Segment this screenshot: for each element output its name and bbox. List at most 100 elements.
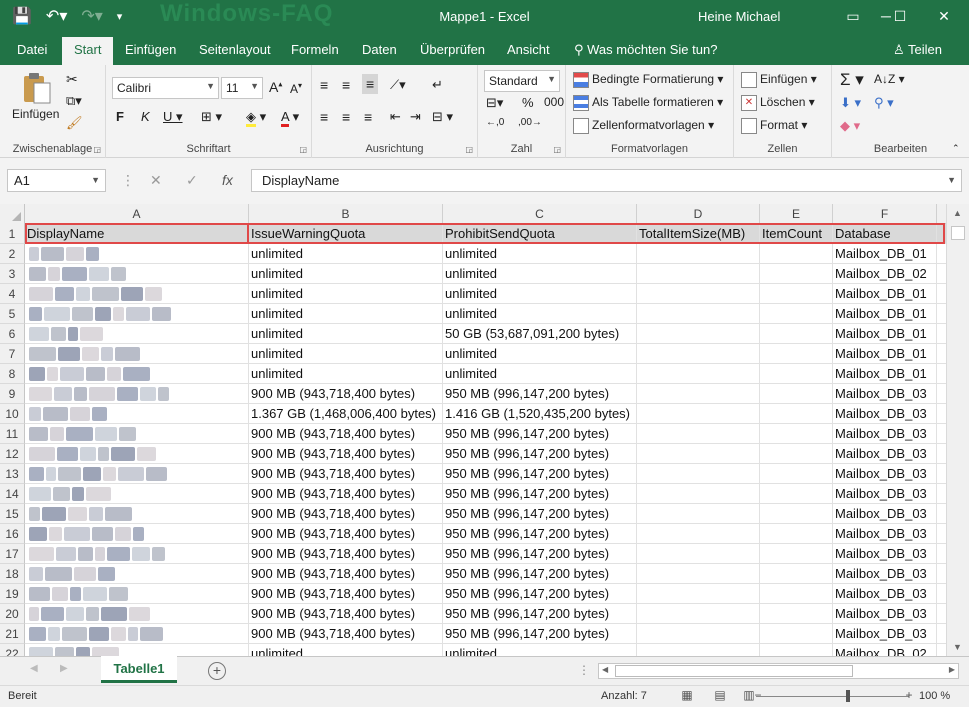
- cell-redacted[interactable]: [25, 344, 249, 364]
- worksheet-grid[interactable]: A B C D E F 1 DisplayName IssueWarningQuot…: [0, 204, 946, 656]
- row-header[interactable]: 3: [0, 264, 25, 284]
- currency-icon[interactable]: ⊟▾: [486, 95, 503, 111]
- add-sheet-icon[interactable]: +: [208, 662, 226, 680]
- table-cell[interactable]: Mailbox_DB_03: [833, 584, 937, 604]
- table-cell[interactable]: 950 MB (996,147,200 bytes): [443, 624, 637, 644]
- row-header[interactable]: 14: [0, 484, 25, 504]
- table-cell[interactable]: 900 MB (943,718,400 bytes): [249, 544, 443, 564]
- table-cell[interactable]: Mailbox_DB_01: [833, 244, 937, 264]
- table-cell[interactable]: Mailbox_DB_03: [833, 544, 937, 564]
- table-cell[interactable]: 1.367 GB (1,468,006,400 bytes): [249, 404, 443, 424]
- format-as-table-button[interactable]: Als Tabelle formatieren ▾: [573, 95, 723, 111]
- table-cell[interactable]: [937, 404, 946, 424]
- table-cell[interactable]: [937, 244, 946, 264]
- table-cell[interactable]: Mailbox_DB_03: [833, 524, 937, 544]
- table-cell[interactable]: [937, 364, 946, 384]
- insert-cells-button[interactable]: Einfügen ▾: [741, 72, 817, 88]
- table-cell[interactable]: Mailbox_DB_01: [833, 284, 937, 304]
- row-header[interactable]: 18: [0, 564, 25, 584]
- table-cell[interactable]: [637, 244, 760, 264]
- table-cell[interactable]: [637, 424, 760, 444]
- tab-datei[interactable]: Datei: [17, 42, 47, 57]
- row-header[interactable]: 20: [0, 604, 25, 624]
- vertical-scroll-thumb[interactable]: [951, 226, 965, 240]
- align-center-icon[interactable]: ≡: [342, 109, 350, 125]
- column-header-a[interactable]: A: [25, 204, 249, 224]
- table-cell[interactable]: [637, 604, 760, 624]
- cell-redacted[interactable]: [25, 424, 249, 444]
- table-cell[interactable]: [760, 544, 833, 564]
- zoom-slider-thumb[interactable]: [846, 690, 850, 702]
- cell-redacted[interactable]: [25, 324, 249, 344]
- grow-font-icon[interactable]: A▴: [269, 79, 282, 95]
- table-cell[interactable]: 950 MB (996,147,200 bytes): [443, 544, 637, 564]
- insert-function-icon[interactable]: fx: [222, 172, 233, 188]
- table-cell[interactable]: Mailbox_DB_02: [833, 644, 937, 656]
- row-header[interactable]: 4: [0, 284, 25, 304]
- table-cell[interactable]: unlimited: [249, 364, 443, 384]
- decrease-indent-icon[interactable]: ⇤: [390, 109, 401, 125]
- paste-button[interactable]: Einfügen: [12, 71, 59, 121]
- increase-indent-icon[interactable]: ⇥: [410, 109, 421, 125]
- cell-redacted[interactable]: [25, 404, 249, 424]
- header-cell[interactable]: IssueWarningQuota: [249, 224, 443, 244]
- table-cell[interactable]: Mailbox_DB_01: [833, 304, 937, 324]
- tab-einfuegen[interactable]: Einfügen: [125, 42, 176, 57]
- tab-ueberpruefen[interactable]: Überprüfen: [420, 42, 485, 57]
- zoom-in-icon[interactable]: +: [902, 688, 916, 704]
- table-cell[interactable]: Mailbox_DB_03: [833, 504, 937, 524]
- header-cell-overflow[interactable]: [937, 224, 946, 244]
- table-cell[interactable]: 950 MB (996,147,200 bytes): [443, 424, 637, 444]
- sheet-tab-tabelle1[interactable]: Tabelle1: [101, 656, 177, 683]
- number-format-combo[interactable]: Standard ▼: [484, 70, 560, 92]
- table-cell[interactable]: unlimited: [249, 284, 443, 304]
- cell-redacted[interactable]: [25, 564, 249, 584]
- cell-redacted[interactable]: [25, 484, 249, 504]
- table-cell[interactable]: [760, 444, 833, 464]
- table-cell[interactable]: [937, 484, 946, 504]
- table-cell[interactable]: Mailbox_DB_02: [833, 264, 937, 284]
- font-color-icon[interactable]: A ▾: [281, 109, 299, 127]
- orientation-icon[interactable]: ⟋▾: [390, 77, 406, 93]
- row-header[interactable]: 21: [0, 624, 25, 644]
- table-cell[interactable]: [760, 384, 833, 404]
- tab-seitenlayout[interactable]: Seitenlayout: [199, 42, 271, 57]
- table-cell[interactable]: [760, 324, 833, 344]
- borders-icon[interactable]: ⊞ ▾: [201, 109, 222, 125]
- select-all-corner[interactable]: [0, 204, 25, 224]
- table-cell[interactable]: 900 MB (943,718,400 bytes): [249, 524, 443, 544]
- table-cell[interactable]: [760, 564, 833, 584]
- cell-redacted[interactable]: [25, 464, 249, 484]
- table-cell[interactable]: [937, 384, 946, 404]
- normal-view-icon[interactable]: ▦: [678, 688, 696, 704]
- row-header[interactable]: 6: [0, 324, 25, 344]
- percent-icon[interactable]: %: [522, 95, 534, 110]
- align-right-icon[interactable]: ≡: [364, 109, 372, 125]
- table-cell[interactable]: unlimited: [443, 344, 637, 364]
- table-cell[interactable]: [937, 584, 946, 604]
- table-cell[interactable]: [637, 444, 760, 464]
- table-cell[interactable]: [637, 584, 760, 604]
- clipboard-launcher-icon[interactable]: ◲: [93, 145, 101, 154]
- copy-icon[interactable]: ⧉▾: [66, 93, 82, 109]
- close-icon[interactable]: ✕: [929, 5, 959, 27]
- table-cell[interactable]: [637, 384, 760, 404]
- row-header[interactable]: 11: [0, 424, 25, 444]
- column-header-f[interactable]: F: [833, 204, 937, 224]
- table-cell[interactable]: [937, 524, 946, 544]
- fill-color-icon[interactable]: ◈ ▾: [246, 109, 266, 127]
- table-cell[interactable]: 950 MB (996,147,200 bytes): [443, 384, 637, 404]
- table-cell[interactable]: [637, 364, 760, 384]
- cell-redacted[interactable]: [25, 524, 249, 544]
- table-cell[interactable]: unlimited: [249, 244, 443, 264]
- table-cell[interactable]: Mailbox_DB_01: [833, 364, 937, 384]
- table-cell[interactable]: [637, 464, 760, 484]
- tab-ansicht[interactable]: Ansicht: [507, 42, 550, 57]
- header-cell[interactable]: DisplayName: [25, 224, 249, 244]
- table-cell[interactable]: [760, 524, 833, 544]
- table-cell[interactable]: [637, 504, 760, 524]
- table-cell[interactable]: [637, 304, 760, 324]
- table-cell[interactable]: [760, 584, 833, 604]
- font-launcher-icon[interactable]: ◲: [299, 145, 307, 154]
- scroll-right-icon[interactable]: ▶: [949, 665, 955, 674]
